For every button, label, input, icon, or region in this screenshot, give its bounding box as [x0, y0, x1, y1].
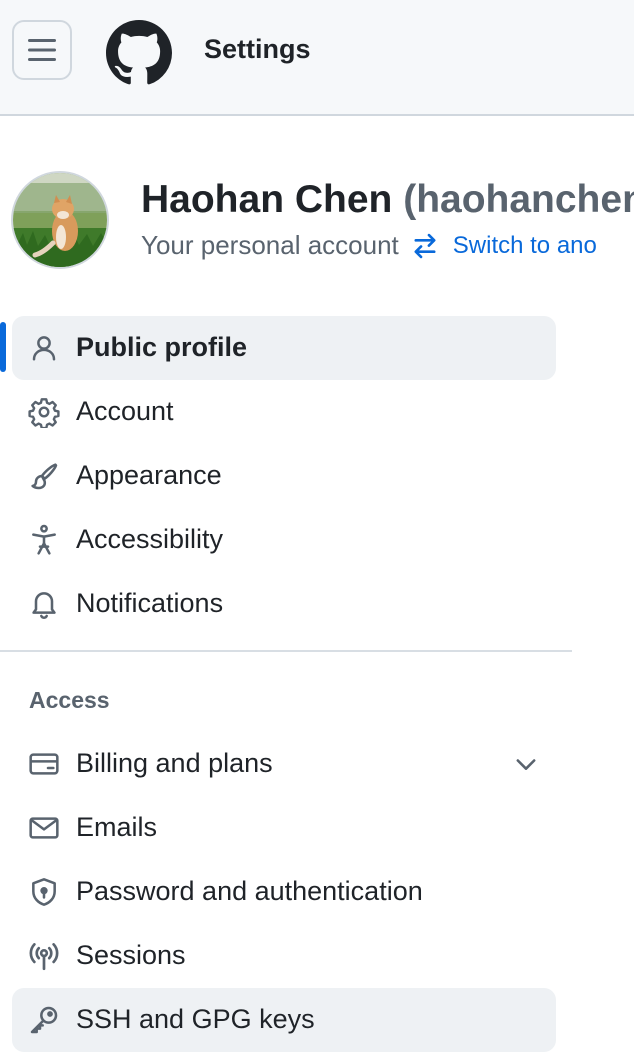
username: (haohanchen [403, 178, 634, 221]
sidebar-item-label: Emails [76, 812, 158, 842]
section-heading-access: Access [29, 687, 110, 713]
sidebar-item-label: Password and authentication [76, 876, 423, 906]
sidebar-item-emails[interactable]: Emails [12, 796, 556, 860]
bell-icon [26, 586, 62, 622]
key-icon [26, 1002, 62, 1038]
gear-icon [26, 394, 62, 430]
sidebar-item-public-profile[interactable]: Public profile [12, 316, 556, 380]
person-icon [26, 330, 62, 366]
menu-button[interactable] [12, 20, 72, 80]
credit-card-icon [26, 746, 62, 782]
sidebar-item-label: Billing and plans [76, 748, 273, 778]
sidebar-item-label: Appearance [76, 460, 222, 490]
broadcast-icon [26, 938, 62, 974]
sidebar-item-label: Sessions [76, 940, 186, 970]
chevron-down-icon[interactable] [512, 750, 540, 778]
sidebar-item-label: SSH and GPG keys [76, 1004, 315, 1034]
github-mark-icon[interactable] [106, 20, 172, 86]
page-title: Settings [204, 34, 311, 64]
account-context: Your personal account Switch to ano [141, 230, 597, 261]
sidebar-item-account[interactable]: Account [12, 380, 556, 444]
sidebar-item-label: Accessibility [76, 524, 224, 554]
sidebar-item-label: Account [76, 396, 174, 426]
sidebar-item-sessions[interactable]: Sessions [12, 924, 556, 988]
sidebar-item-appearance[interactable]: Appearance [12, 444, 556, 508]
arrow-switch-icon[interactable] [411, 232, 439, 260]
paintbrush-icon [26, 458, 62, 494]
sidebar-item-label: Notifications [76, 588, 224, 618]
hamburger-icon [28, 39, 56, 61]
profile-name: Haohan Chen (haohanchen [141, 178, 634, 222]
account-subtitle: Your personal account [141, 230, 399, 260]
mail-icon [26, 810, 62, 846]
avatar[interactable] [11, 171, 109, 269]
sidebar-item-label: Public profile [76, 332, 248, 362]
nav-divider [0, 650, 572, 652]
active-nav-indicator [0, 322, 6, 372]
display-name: Haohan Chen [141, 178, 393, 221]
sidebar-item-ssh-gpg-keys[interactable]: SSH and GPG keys [12, 988, 556, 1052]
shield-lock-icon [26, 874, 62, 910]
sidebar-item-billing[interactable]: Billing and plans [12, 732, 556, 796]
accessibility-icon [26, 522, 62, 558]
switch-account-link[interactable]: Switch to ano [453, 232, 597, 260]
sidebar-item-password[interactable]: Password and authentication [12, 860, 556, 924]
top-header: Settings [0, 0, 634, 116]
sidebar-item-accessibility[interactable]: Accessibility [12, 508, 556, 572]
sidebar-item-notifications[interactable]: Notifications [12, 572, 556, 636]
